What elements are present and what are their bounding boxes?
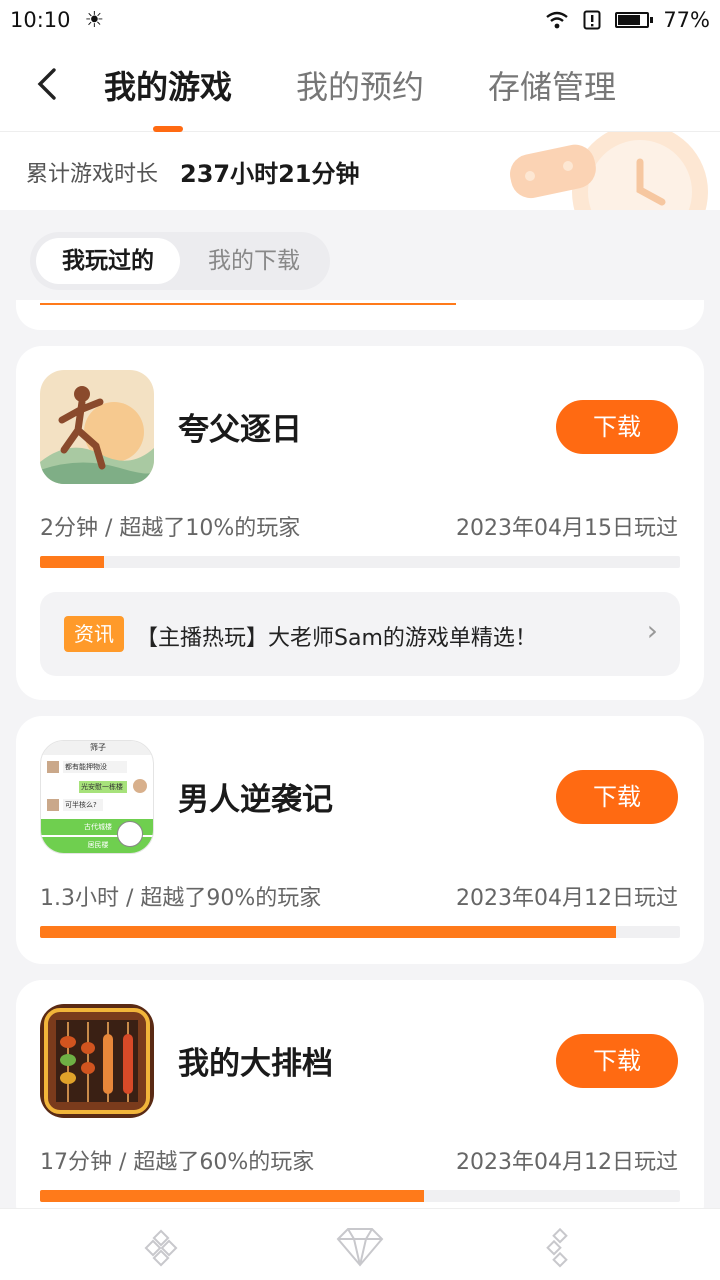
playtime-value: 237小时21分钟 — [180, 160, 360, 188]
play-stat: 17分钟 / 超越了60%的玩家 — [40, 1150, 315, 1175]
chevron-right-icon: › — [646, 614, 658, 647]
total-playtime-panel: 累计游戏时长 237小时21分钟 — [0, 132, 720, 210]
game-card: 筛子 都有能押物没 光安慰一栋楼 可半核么? 古代城楼 居民楼 男人逆袭记 下载… — [16, 716, 704, 964]
play-stat: 1.3小时 / 超越了90%的玩家 — [40, 886, 322, 911]
battery-percent: 77% — [663, 8, 710, 32]
game-icon-kuafu[interactable] — [40, 370, 154, 484]
history-segmented-control: 我玩过的 我的下载 — [30, 232, 330, 290]
news-banner[interactable]: 资讯 【主播热玩】大老师Sam的游戏单精选！ › — [40, 592, 680, 676]
play-stat: 2分钟 / 超越了10%的玩家 — [40, 516, 301, 541]
news-badge: 资讯 — [64, 616, 124, 652]
progress-bar-fill — [40, 303, 456, 305]
last-played-date: 2023年04月12日玩过 — [456, 886, 678, 911]
top-navigation: 我的游戏 我的预约 存储管理 — [0, 40, 720, 132]
news-text: 【主播热玩】大老师Sam的游戏单精选！ — [136, 626, 537, 651]
brightness-icon: ☀ — [84, 7, 105, 33]
game-title: 夸父逐日 — [178, 412, 302, 448]
download-button[interactable]: 下载 — [556, 400, 678, 454]
chat-bubble: 都有能押物没 — [63, 761, 127, 773]
pointing-hand-icon — [117, 821, 143, 847]
diamond-gem-icon[interactable] — [330, 1225, 390, 1269]
diamonds-stack-icon[interactable] — [530, 1225, 590, 1269]
avatar-icon — [47, 799, 59, 811]
back-arrow-icon[interactable] — [30, 64, 64, 104]
tab-my-reservations[interactable]: 我的预约 — [296, 62, 424, 108]
game-card: 我的大排档 下载 17分钟 / 超越了60%的玩家 2023年04月12日玩过 — [16, 980, 704, 1230]
battery-icon — [615, 12, 654, 28]
game-title: 我的大排档 — [178, 1046, 333, 1082]
playtime-label: 累计游戏时长 — [26, 162, 159, 187]
chat-bubble: 光安慰一栋楼 — [79, 781, 127, 793]
game-title: 男人逆袭记 — [178, 782, 333, 818]
last-played-date: 2023年04月12日玩过 — [456, 1150, 678, 1175]
progress-bar — [40, 556, 680, 568]
alert-icon — [583, 10, 601, 30]
avatar-icon — [133, 779, 147, 793]
segment-played[interactable]: 我玩过的 — [36, 238, 180, 284]
progress-bar — [40, 1190, 680, 1202]
status-time: 10:10 — [10, 8, 71, 32]
icon-title: 筛子 — [41, 741, 153, 755]
last-played-date: 2023年04月15日玩过 — [456, 516, 678, 541]
game-card: 夸父逐日 下载 2分钟 / 超越了10%的玩家 2023年04月15日玩过 资讯… — [16, 346, 704, 700]
game-icon-nanren[interactable]: 筛子 都有能押物没 光安慰一栋楼 可半核么? 古代城楼 居民楼 — [40, 740, 154, 854]
previous-card-stub — [16, 300, 704, 330]
download-button[interactable]: 下载 — [556, 770, 678, 824]
download-button[interactable]: 下载 — [556, 1034, 678, 1088]
segment-downloads[interactable]: 我的下载 — [184, 238, 324, 284]
clock-gamepad-decoration-icon — [510, 132, 708, 210]
game-icon-dapaidang[interactable] — [40, 1004, 154, 1118]
diamonds-cluster-icon[interactable] — [132, 1225, 192, 1269]
tab-storage-management[interactable]: 存储管理 — [488, 62, 616, 108]
wifi-icon — [546, 11, 569, 29]
progress-bar-fill — [40, 926, 616, 938]
avatar-icon — [47, 761, 59, 773]
progress-bar — [40, 926, 680, 938]
progress-bar-fill — [40, 1190, 424, 1202]
status-bar: 10:10 ☀ 77% — [0, 0, 720, 40]
bottom-navigation — [0, 1208, 720, 1280]
chat-bubble: 可半核么? — [63, 799, 103, 811]
tab-my-games[interactable]: 我的游戏 — [104, 62, 232, 108]
progress-bar-fill — [40, 556, 104, 568]
